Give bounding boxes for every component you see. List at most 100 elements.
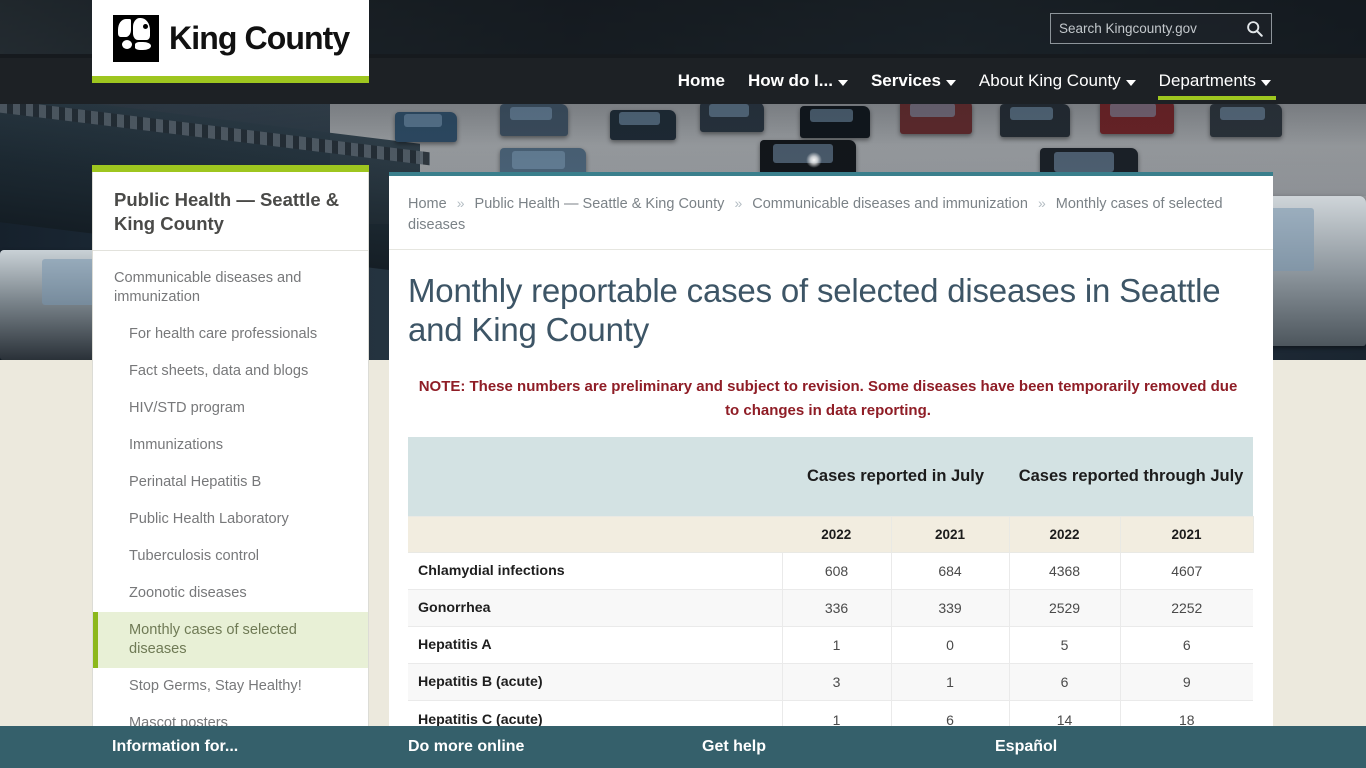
year-header-through-july-2021: 2021 <box>1120 516 1254 554</box>
sidebar-title: Public Health — Seattle & King County <box>93 172 368 252</box>
sidebar-item-hiv-std-program[interactable]: HIV/STD program <box>93 390 368 427</box>
year-header-blank <box>408 516 782 554</box>
hero-light-glint <box>806 152 822 168</box>
breadcrumb-item-public-health[interactable]: Public Health — Seattle & King County <box>475 196 725 212</box>
main-content: Home » Public Health — Seattle & King Co… <box>389 172 1273 736</box>
search-button[interactable] <box>1237 14 1271 43</box>
breadcrumb-separator-icon: » <box>456 195 465 211</box>
hero-car <box>800 106 870 138</box>
sidebar-nav: Communicable diseases and immunization F… <box>93 251 368 754</box>
breadcrumb-item-communicable-diseases[interactable]: Communicable diseases and immunization <box>752 196 1028 212</box>
chevron-down-icon <box>1125 79 1136 86</box>
king-county-mlk-logo-icon <box>113 14 159 62</box>
disease-name: Chlamydial infections <box>408 552 783 590</box>
group-header-reported-through-july: Cases reported through July <box>1009 436 1254 518</box>
hero-car <box>500 104 568 136</box>
table-body: Chlamydial infections 608 684 4368 4607 … <box>408 552 1254 736</box>
nav-label: Departments <box>1158 71 1256 90</box>
breadcrumb: Home » Public Health — Seattle & King Co… <box>389 176 1273 251</box>
footer-link-get-help[interactable]: Get help <box>702 738 766 756</box>
footer-link-espanol[interactable]: Español <box>995 738 1057 756</box>
nav-label: Services <box>870 71 941 90</box>
nav-item-about-king-county[interactable]: About King County <box>978 58 1137 104</box>
page-title: Monthly reportable cases of selected dis… <box>408 272 1221 348</box>
hero-car <box>1210 104 1282 137</box>
cell-through-july-2022: 2529 <box>1009 589 1121 627</box>
cell-in-july-2021: 339 <box>891 589 1010 627</box>
sidebar-item-for-health-care-professionals[interactable]: For health care professionals <box>93 316 368 353</box>
hero-car <box>1100 100 1174 134</box>
site-search[interactable] <box>1050 13 1272 44</box>
logo-green-underline <box>92 76 369 83</box>
table-row: Hepatitis A 1 0 5 6 <box>408 626 1254 664</box>
sidebar-item-perinatal-hepatitis-b[interactable]: Perinatal Hepatitis B <box>93 464 368 501</box>
main-navigation: Home How do I... Services About King Cou… <box>677 58 1277 104</box>
breadcrumb-separator-icon: » <box>734 195 743 211</box>
sidebar-item-public-health-laboratory[interactable]: Public Health Laboratory <box>93 501 368 538</box>
cell-through-july-2022: 6 <box>1009 663 1121 701</box>
hero-car <box>700 102 764 132</box>
disease-name: Hepatitis A <box>408 626 783 664</box>
table-row: Hepatitis B (acute) 3 1 6 9 <box>408 663 1254 701</box>
cell-through-july-2022: 5 <box>1009 626 1121 664</box>
cell-in-july-2021: 1 <box>891 663 1010 701</box>
disease-name: Hepatitis B (acute) <box>408 663 783 701</box>
search-icon <box>1246 21 1263 37</box>
cell-in-july-2022: 608 <box>782 552 892 590</box>
cell-through-july-2021: 9 <box>1120 663 1254 701</box>
site-footer: Information for... Do more online Get he… <box>0 726 1366 768</box>
nav-item-home[interactable]: Home <box>677 58 726 104</box>
nav-item-departments[interactable]: Departments <box>1157 58 1277 104</box>
nav-item-how-do-i[interactable]: How do I... <box>747 58 849 104</box>
search-input[interactable] <box>1051 14 1237 43</box>
site-logo-text: King County <box>169 19 350 56</box>
year-header-in-july-2021: 2021 <box>891 516 1010 554</box>
chevron-down-icon <box>1261 79 1271 86</box>
nav-label: How do I... <box>747 71 833 90</box>
sidebar-item-immunizations[interactable]: Immunizations <box>93 427 368 464</box>
chevron-down-icon <box>945 79 956 86</box>
sidebar-item-tuberculosis-control[interactable]: Tuberculosis control <box>93 538 368 575</box>
footer-link-do-more-online[interactable]: Do more online <box>408 738 524 756</box>
cell-in-july-2022: 3 <box>782 663 892 701</box>
cell-in-july-2022: 336 <box>782 589 892 627</box>
nav-label: About King County <box>978 71 1121 90</box>
sidebar-green-bar <box>92 165 369 172</box>
nav-item-services[interactable]: Services <box>870 58 957 104</box>
cell-through-july-2021: 2252 <box>1120 589 1254 627</box>
cell-in-july-2021: 684 <box>891 552 1010 590</box>
year-header-through-july-2022: 2022 <box>1009 516 1121 554</box>
sidebar-item-monthly-cases[interactable]: Monthly cases of selected diseases <box>93 612 368 668</box>
cell-through-july-2022: 4368 <box>1009 552 1121 590</box>
table-row: Chlamydial infections 608 684 4368 4607 <box>408 552 1254 590</box>
sidebar-item-fact-sheets[interactable]: Fact sheets, data and blogs <box>93 353 368 390</box>
breadcrumb-item-home[interactable]: Home <box>408 196 447 212</box>
chevron-down-icon <box>837 79 848 86</box>
sidebar-item-zoonotic-diseases[interactable]: Zoonotic diseases <box>93 575 368 612</box>
footer-link-information-for[interactable]: Information for... <box>112 738 238 756</box>
cell-through-july-2021: 4607 <box>1120 552 1254 590</box>
hero-car <box>900 100 972 134</box>
hero-car <box>1000 104 1070 137</box>
hero-car <box>610 110 676 140</box>
page-root: King County Home How do I... Services Ab… <box>0 0 1366 768</box>
sidebar-item-stop-germs[interactable]: Stop Germs, Stay Healthy! <box>93 668 368 705</box>
table-head: Cases reported in July Cases reported th… <box>408 436 1254 554</box>
sidebar: Public Health — Seattle & King County Co… <box>92 172 369 755</box>
group-header-reported-in-july: Cases reported in July <box>782 436 1010 518</box>
group-header-blank <box>408 436 782 518</box>
nav-label: Home <box>677 71 725 90</box>
sidebar-item-communicable-diseases[interactable]: Communicable diseases and immunization <box>93 260 368 316</box>
revision-note: NOTE: These numbers are preliminary and … <box>418 378 1238 419</box>
disease-table: Cases reported in July Cases reported th… <box>408 436 1254 736</box>
table-year-header-row: 2022 2021 2022 2021 <box>408 516 1254 554</box>
breadcrumb-separator-icon: » <box>1037 195 1046 211</box>
cell-through-july-2021: 6 <box>1120 626 1254 664</box>
cell-in-july-2021: 0 <box>891 626 1010 664</box>
disease-table-wrapper: Cases reported in July Cases reported th… <box>389 422 1273 736</box>
table-group-header-row: Cases reported in July Cases reported th… <box>408 436 1254 518</box>
site-logo[interactable]: King County <box>92 0 369 76</box>
hero-car <box>395 112 457 142</box>
disease-name: Gonorrhea <box>408 589 783 627</box>
table-row: Gonorrhea 336 339 2529 2252 <box>408 589 1254 627</box>
